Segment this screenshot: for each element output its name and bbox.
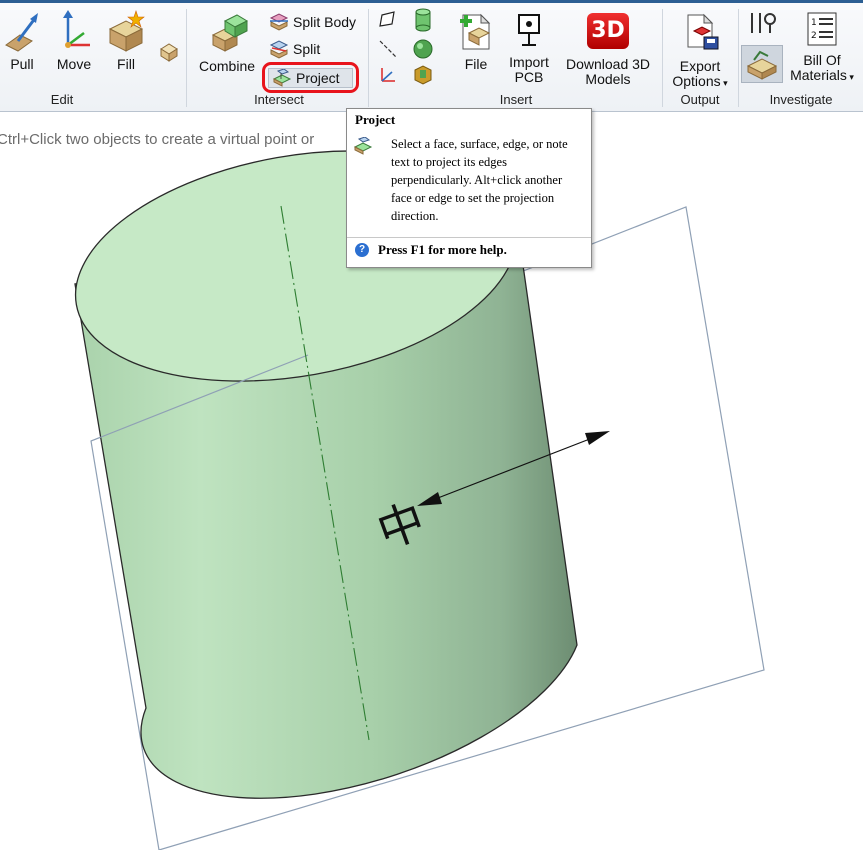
tooltip-description: Select a face, surface, edge, or note te… bbox=[391, 137, 568, 223]
check-geometry-button[interactable] bbox=[741, 45, 783, 83]
combine-button[interactable]: Combine bbox=[196, 11, 258, 74]
export-icon bbox=[687, 13, 719, 50]
project-button[interactable]: Project bbox=[268, 68, 353, 88]
project-button-highlight: Project bbox=[262, 62, 359, 93]
svg-text:2: 2 bbox=[811, 31, 817, 41]
sphere-icon[interactable] bbox=[412, 38, 434, 60]
pull-icon bbox=[5, 13, 38, 52]
export-options-button[interactable]: Export Options ▾ bbox=[666, 11, 734, 91]
bill-of-materials-button[interactable]: 1 2 Bill Of Materials ▾ bbox=[786, 11, 858, 85]
pcb-icon bbox=[518, 14, 540, 46]
group-separator bbox=[662, 9, 663, 107]
pull-button[interactable]: Pull bbox=[0, 9, 44, 72]
download-3d-models-button[interactable]: 3D Download 3D Models bbox=[562, 11, 654, 87]
group-label-edit: Edit bbox=[50, 92, 74, 107]
tooltip-help: ? Press F1 for more help. bbox=[355, 242, 507, 258]
tooltip-divider bbox=[347, 237, 591, 238]
insert-file-icon bbox=[460, 13, 491, 50]
move-icon bbox=[63, 10, 90, 48]
tooltip-help-text: Press F1 for more help. bbox=[378, 242, 507, 257]
fill-icon bbox=[108, 10, 145, 52]
project-icon bbox=[353, 137, 373, 155]
project-tooltip: Project Select a face, surface, edge, or… bbox=[346, 108, 592, 268]
split-button[interactable]: Split bbox=[269, 38, 320, 60]
group-separator bbox=[186, 9, 187, 107]
svg-text:1: 1 bbox=[811, 18, 817, 28]
cylinder-icon[interactable] bbox=[412, 8, 434, 32]
combine-icon bbox=[211, 14, 249, 52]
check-geometry-icon bbox=[746, 50, 778, 80]
move-button[interactable]: Move bbox=[52, 9, 96, 72]
group-label-output: Output bbox=[680, 92, 720, 107]
status-hint: Ctrl+Click two objects to create a virtu… bbox=[0, 131, 315, 148]
fill-button[interactable]: Fill bbox=[104, 9, 148, 72]
axis-icon[interactable] bbox=[378, 39, 398, 59]
insert-file-button[interactable]: File bbox=[455, 11, 497, 72]
origin-icon[interactable] bbox=[378, 65, 398, 85]
import-pcb-button[interactable]: Import PCB bbox=[505, 11, 553, 85]
ribbon: Pull Move Fill Edit Combine Split Body S… bbox=[0, 3, 863, 112]
cone-icon[interactable] bbox=[412, 64, 434, 86]
tooltip-title: Project bbox=[355, 112, 396, 127]
plane-icon[interactable] bbox=[378, 9, 398, 29]
help-icon: ? bbox=[355, 243, 369, 257]
project-icon bbox=[272, 69, 292, 87]
bill-of-materials-icon: 1 2 bbox=[807, 12, 837, 46]
split-icon bbox=[269, 40, 289, 59]
group-label-insert: Insert bbox=[499, 92, 533, 107]
group-separator bbox=[738, 9, 739, 107]
shell-icon[interactable] bbox=[158, 41, 180, 63]
split-body-button[interactable]: Split Body bbox=[269, 11, 356, 33]
group-separator bbox=[368, 9, 369, 107]
measure-icon[interactable] bbox=[746, 9, 778, 37]
download-3d-icon: 3D bbox=[587, 13, 629, 49]
group-label-intersect: Intersect bbox=[254, 92, 304, 107]
split-body-icon bbox=[269, 13, 289, 31]
group-label-investigate: Investigate bbox=[769, 92, 833, 107]
